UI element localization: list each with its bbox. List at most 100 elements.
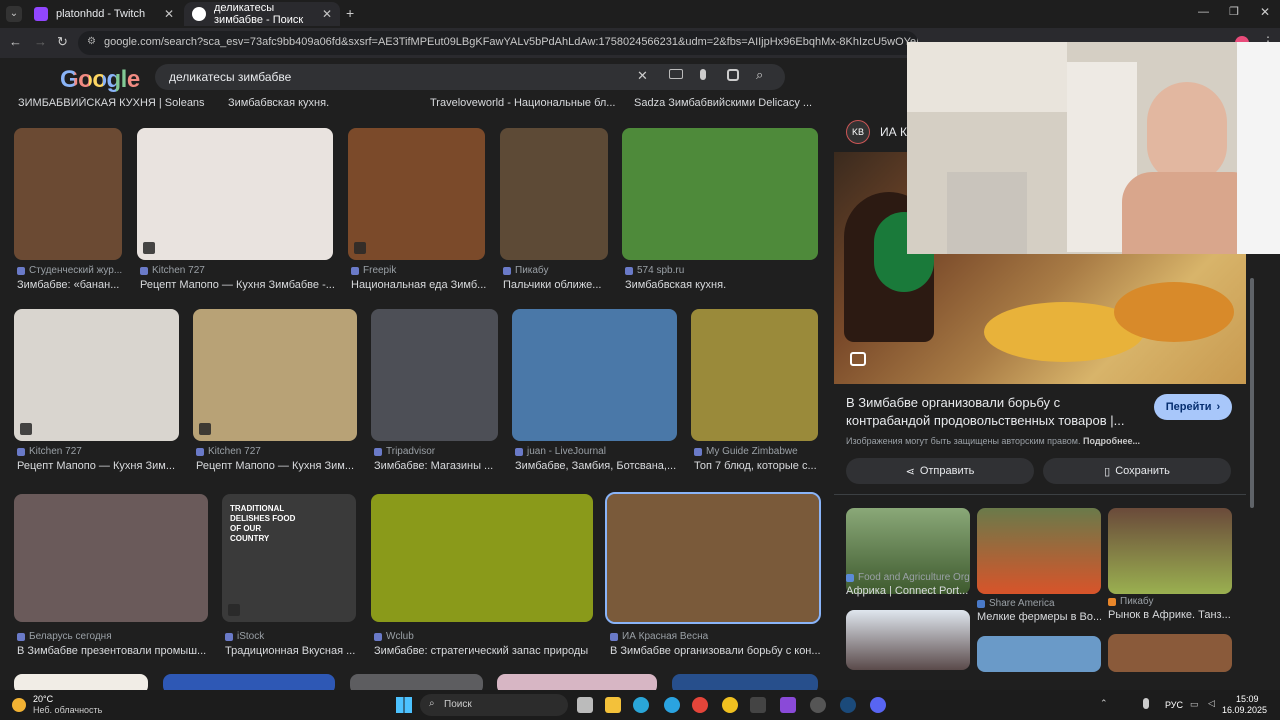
result-title[interactable]: Национальная еда Зимб...: [351, 279, 488, 291]
weather-desc[interactable]: Неб. облачность: [33, 705, 102, 715]
result-source[interactable]: Kitchen 727: [17, 446, 182, 457]
result-title[interactable]: Рецепт Мапопо — Кухня Зимбабве -...: [140, 279, 336, 291]
chrome-icon[interactable]: [692, 697, 708, 713]
result-title[interactable]: Топ 7 блюд, которые с...: [694, 460, 821, 472]
result-source[interactable]: Tripadvisor: [374, 446, 501, 457]
image-result-thumbnail[interactable]: [371, 309, 498, 441]
image-result-thumbnail[interactable]: [500, 128, 608, 260]
close-window-icon[interactable]: ✕: [1260, 5, 1270, 19]
image-result-thumbnail[interactable]: [14, 494, 208, 622]
image-result-thumbnail[interactable]: [371, 494, 593, 622]
back-icon[interactable]: ←: [9, 34, 22, 49]
image-result-thumbnail[interactable]: [622, 128, 818, 260]
obs-icon[interactable]: [810, 697, 826, 713]
result-title[interactable]: Рецепт Мапопо — Кухня Зим...: [196, 460, 360, 472]
close-tab-icon[interactable]: ✕: [322, 7, 332, 21]
image-result-thumbnail[interactable]: [350, 674, 483, 690]
taskbar-search[interactable]: ⌕ Поиск: [420, 694, 568, 716]
result-source[interactable]: 574 spb.ru: [625, 265, 821, 276]
image-result-thumbnail[interactable]: [672, 674, 818, 690]
forward-icon[interactable]: →: [34, 34, 47, 49]
close-tab-icon[interactable]: ✕: [164, 7, 174, 21]
related-thumbnail[interactable]: [1108, 508, 1232, 594]
edge-icon[interactable]: [633, 697, 649, 713]
discord-icon[interactable]: [870, 697, 886, 713]
tab-list-button[interactable]: ⌄: [6, 6, 22, 22]
clear-icon[interactable]: ✕: [637, 68, 648, 84]
result-source[interactable]: Пикабу: [503, 265, 611, 276]
related-thumbnail[interactable]: [1108, 634, 1232, 672]
related-thumbnail[interactable]: [846, 610, 970, 670]
start-icon[interactable]: [396, 697, 412, 713]
result-source[interactable]: Беларусь сегодня: [17, 631, 211, 642]
task-view-icon[interactable]: [577, 697, 593, 713]
result-title[interactable]: Пальчики оближе...: [503, 279, 611, 291]
result-title[interactable]: ЗИМБАБВИЙСКАЯ КУХНЯ | Soleans: [18, 97, 208, 109]
result-title[interactable]: Traveloveworld - Национальные бл...: [430, 97, 620, 109]
result-source[interactable]: Kitchen 727: [140, 265, 336, 276]
result-title[interactable]: В Зимбабве презентовали промыш...: [17, 645, 211, 657]
volume-icon[interactable]: ◁: [1208, 698, 1215, 709]
minimize-icon[interactable]: —: [1198, 6, 1209, 18]
scrollbar[interactable]: [1250, 278, 1254, 508]
result-source[interactable]: Freepik: [351, 265, 488, 276]
result-source[interactable]: My Guide Zimbabwe: [694, 446, 821, 457]
microphone-icon[interactable]: [1143, 698, 1149, 709]
new-tab-icon[interactable]: +: [346, 5, 354, 21]
app-icon[interactable]: [722, 697, 738, 713]
preview-title[interactable]: В Зимбабве организовали борьбу с контраб…: [846, 394, 1136, 430]
result-title[interactable]: В Зимбабве организовали борьбу с кон...: [610, 645, 822, 657]
related-title[interactable]: Рынок в Африке. Танз...: [1108, 609, 1232, 621]
lens-icon[interactable]: [727, 69, 739, 81]
image-result-thumbnail[interactable]: [163, 674, 335, 690]
visit-button[interactable]: Перейти ›: [1154, 394, 1232, 420]
search-input[interactable]: деликатесы зимбабве ✕ ⌕: [155, 64, 785, 90]
result-source[interactable]: Студенческий жур...: [17, 265, 125, 276]
site-info-icon[interactable]: ⚙: [87, 36, 96, 47]
image-result-thumbnail[interactable]: [497, 674, 657, 690]
share-button[interactable]: ⋖ Отправить: [846, 458, 1034, 484]
app-icon[interactable]: [750, 697, 766, 713]
image-result-thumbnail[interactable]: [691, 309, 818, 441]
tab-google-search[interactable]: деликатесы зимбабве - Поиск ✕: [184, 2, 340, 26]
image-result-thumbnail[interactable]: [512, 309, 677, 441]
result-source[interactable]: iStock: [225, 631, 359, 642]
reload-icon[interactable]: ↻: [57, 34, 68, 50]
input-language[interactable]: РУС: [1165, 700, 1183, 710]
result-title[interactable]: Традиционная Вкусная ...: [225, 645, 359, 657]
image-result-thumbnail[interactable]: [605, 492, 821, 624]
result-source[interactable]: juan - LiveJournal: [515, 446, 680, 457]
google-logo[interactable]: Google: [60, 66, 140, 94]
related-title[interactable]: Мелкие фермеры в Во...: [977, 611, 1101, 623]
result-title[interactable]: Зимбабве: Магазины ...: [374, 460, 501, 472]
related-title[interactable]: Африка | Connect Port...: [846, 585, 970, 597]
result-title[interactable]: Зимбабве, Замбия, Ботсвана,...: [515, 460, 680, 472]
result-title[interactable]: Sadza Зимбабвийскими Delicacy ...: [634, 97, 824, 109]
result-title[interactable]: Зимбабвская кухня.: [228, 97, 418, 109]
telegram-icon[interactable]: [664, 697, 680, 713]
tab-twitch[interactable]: platonhdd - Twitch ✕: [26, 2, 182, 26]
voice-search-icon[interactable]: [700, 69, 706, 80]
clock-date[interactable]: 16.09.2025: [1222, 705, 1267, 715]
image-result-thumbnail[interactable]: [14, 309, 179, 441]
app-icon[interactable]: [780, 697, 796, 713]
result-title[interactable]: Зимбабвская кухня.: [625, 279, 821, 291]
address-bar[interactable]: ⚙ google.com/search?sca_esv=73afc9bb409a…: [78, 31, 918, 55]
related-thumbnail[interactable]: [977, 508, 1101, 594]
save-button[interactable]: ▯ Сохранить: [1043, 458, 1231, 484]
image-result-thumbnail[interactable]: [14, 674, 148, 690]
result-source[interactable]: Kitchen 727: [196, 446, 360, 457]
result-source[interactable]: Wclub: [374, 631, 596, 642]
result-source[interactable]: ИА Красная Весна: [610, 631, 822, 642]
search-icon[interactable]: ⌕: [756, 67, 763, 83]
tray-chevron-icon[interactable]: ⌃: [1100, 698, 1108, 709]
maximize-icon[interactable]: ❐: [1229, 5, 1239, 18]
result-title[interactable]: Рецепт Мапопо — Кухня Зим...: [17, 460, 182, 472]
image-result-thumbnail[interactable]: TRADITIONAL DELISHES FOOD OF OUR COUNTRY: [222, 494, 356, 622]
keyboard-icon[interactable]: [669, 69, 683, 79]
network-icon[interactable]: ▭: [1190, 699, 1199, 710]
lens-search-icon[interactable]: [850, 352, 866, 366]
result-title[interactable]: Зимбабве: «банан...: [17, 279, 125, 291]
weather-icon[interactable]: [12, 698, 26, 712]
related-thumbnail[interactable]: [977, 636, 1101, 672]
